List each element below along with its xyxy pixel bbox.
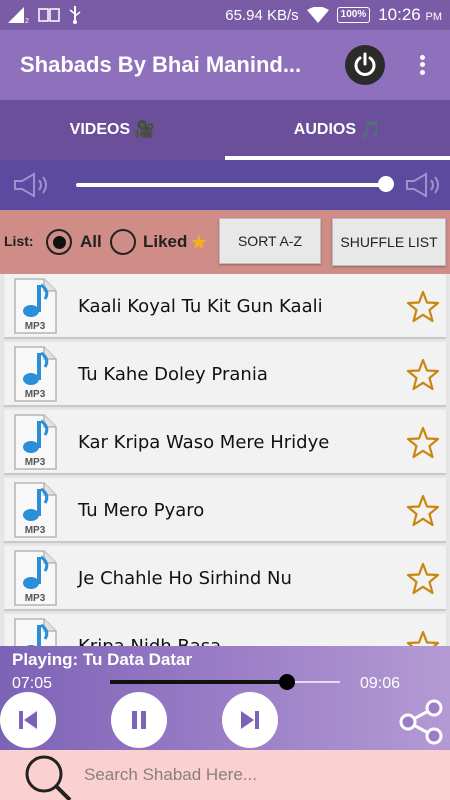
previous-button[interactable]: [0, 692, 56, 748]
next-button[interactable]: [222, 692, 278, 748]
liked-star-icon: ★: [190, 232, 208, 254]
video-camera-icon: 🎥: [134, 120, 156, 139]
mp3-file-icon: MP3: [14, 346, 57, 402]
svg-text:2: 2: [25, 18, 29, 23]
svg-text:MP3: MP3: [25, 525, 46, 536]
svg-text:MP3: MP3: [25, 457, 46, 468]
power-button[interactable]: [345, 45, 385, 85]
tab-audios[interactable]: AUDIOS 🎵: [225, 100, 450, 160]
volume-bar: [0, 160, 450, 210]
song-list-item[interactable]: MP3 Je Chahle Ho Sirhind Nu: [4, 546, 446, 610]
favorite-star-icon[interactable]: [406, 358, 440, 392]
wifi-icon: [306, 7, 329, 23]
song-title: Je Chahle Ho Sirhind Nu: [78, 568, 292, 589]
overflow-menu-button[interactable]: [410, 50, 434, 80]
dot-icon: [419, 69, 425, 75]
radio-all[interactable]: [46, 229, 72, 255]
song-title: Kar Kripa Waso Mere Hridye: [78, 432, 330, 453]
player-panel: Playing: Tu Data Datar 07:05 09:06: [0, 646, 450, 750]
clock-time: 10:26: [378, 5, 421, 24]
volume-slider-thumb[interactable]: [378, 176, 394, 192]
volume-down-icon[interactable]: [12, 171, 56, 199]
search-bar: [0, 750, 450, 800]
svg-text:MP3: MP3: [25, 389, 46, 400]
sort-az-button[interactable]: SORT A-Z: [219, 218, 321, 264]
radio-selected-dot: [52, 235, 66, 249]
song-title: Kaali Koyal Tu Kit Gun Kaali: [78, 296, 323, 317]
share-icon[interactable]: [396, 696, 448, 748]
tab-audios-label: AUDIOS: [293, 121, 357, 138]
battery-indicator: 100%: [336, 7, 371, 23]
app-bar: Shabads By Bhai Manind...: [0, 30, 450, 100]
volume-slider-track[interactable]: [76, 183, 386, 187]
mp3-file-icon: MP3: [14, 618, 57, 646]
song-list-item[interactable]: MP3 Tu Mero Pyaro: [4, 478, 446, 542]
tab-videos-label: VIDEOS: [69, 121, 131, 138]
signal-icon: 2: [8, 7, 29, 23]
song-title: Kripa Nidh Basa: [78, 636, 221, 646]
svg-text:MP3: MP3: [25, 321, 46, 332]
pause-icon: [132, 711, 146, 729]
mp3-file-icon: MP3: [14, 550, 57, 606]
mp3-file-icon: MP3: [14, 482, 57, 538]
song-title: Tu Mero Pyaro: [78, 500, 205, 521]
power-icon: [354, 52, 376, 76]
usb-icon: [69, 6, 81, 24]
now-playing-label: Playing: Tu Data Datar: [12, 650, 193, 669]
tab-videos[interactable]: VIDEOS 🎥: [0, 100, 225, 160]
pause-button[interactable]: [111, 692, 167, 748]
app-title: Shabads By Bhai Manind...: [20, 52, 302, 77]
mp3-file-icon: MP3: [14, 278, 57, 334]
total-time: 09:06: [360, 675, 401, 692]
song-list-item[interactable]: MP3 Kripa Nidh Basa: [4, 614, 446, 646]
favorite-star-icon[interactable]: [406, 630, 440, 646]
skip-previous-icon: [19, 711, 37, 729]
favorite-star-icon[interactable]: [406, 290, 440, 324]
music-note-icon: 🎵: [360, 120, 382, 139]
favorite-star-icon[interactable]: [406, 562, 440, 596]
seek-thumb[interactable]: [279, 674, 296, 690]
dot-icon: [419, 62, 425, 68]
current-time: 07:05: [12, 675, 53, 692]
svg-text:MP3: MP3: [25, 593, 46, 604]
network-speed: 65.94 KB/s: [225, 6, 299, 24]
search-icon[interactable]: [20, 752, 76, 800]
volume-up-icon[interactable]: [404, 171, 448, 199]
song-title: Tu Kahe Doley Prania: [78, 364, 268, 385]
clock-ampm: PM: [425, 11, 443, 23]
song-list-item[interactable]: MP3 Kar Kripa Waso Mere Hridye: [4, 410, 446, 474]
clock: 10:26 PM: [378, 5, 442, 25]
radio-liked-label[interactable]: Liked: [143, 232, 187, 252]
favorite-star-icon[interactable]: [406, 494, 440, 528]
seek-bar[interactable]: [110, 680, 340, 684]
song-list-item[interactable]: MP3 Kaali Koyal Tu Kit Gun Kaali: [4, 274, 446, 338]
skip-next-icon: [241, 711, 259, 729]
search-input[interactable]: [84, 758, 434, 792]
radio-all-label[interactable]: All: [80, 232, 102, 252]
mp3-file-icon: MP3: [14, 414, 57, 470]
radio-liked[interactable]: [110, 229, 136, 255]
seek-progress: [110, 680, 288, 684]
status-bar: 2 65.94 KB/s 100% 10:26 PM: [0, 0, 450, 30]
sim-icon: [38, 8, 60, 22]
list-filter-label: List:: [4, 233, 34, 249]
dot-icon: [419, 55, 425, 61]
song-list-item[interactable]: MP3 Tu Kahe Doley Prania: [4, 342, 446, 406]
list-controls: List: All Liked ★ SORT A-Z SHUFFLE LIST: [0, 210, 450, 274]
song-list: MP3 Kaali Koyal Tu Kit Gun Kaali MP3 Tu Kah…: [0, 274, 450, 646]
favorite-star-icon[interactable]: [406, 426, 440, 460]
shuffle-list-button[interactable]: SHUFFLE LIST: [332, 218, 446, 266]
tab-bar: VIDEOS 🎥 AUDIOS 🎵: [0, 100, 450, 160]
